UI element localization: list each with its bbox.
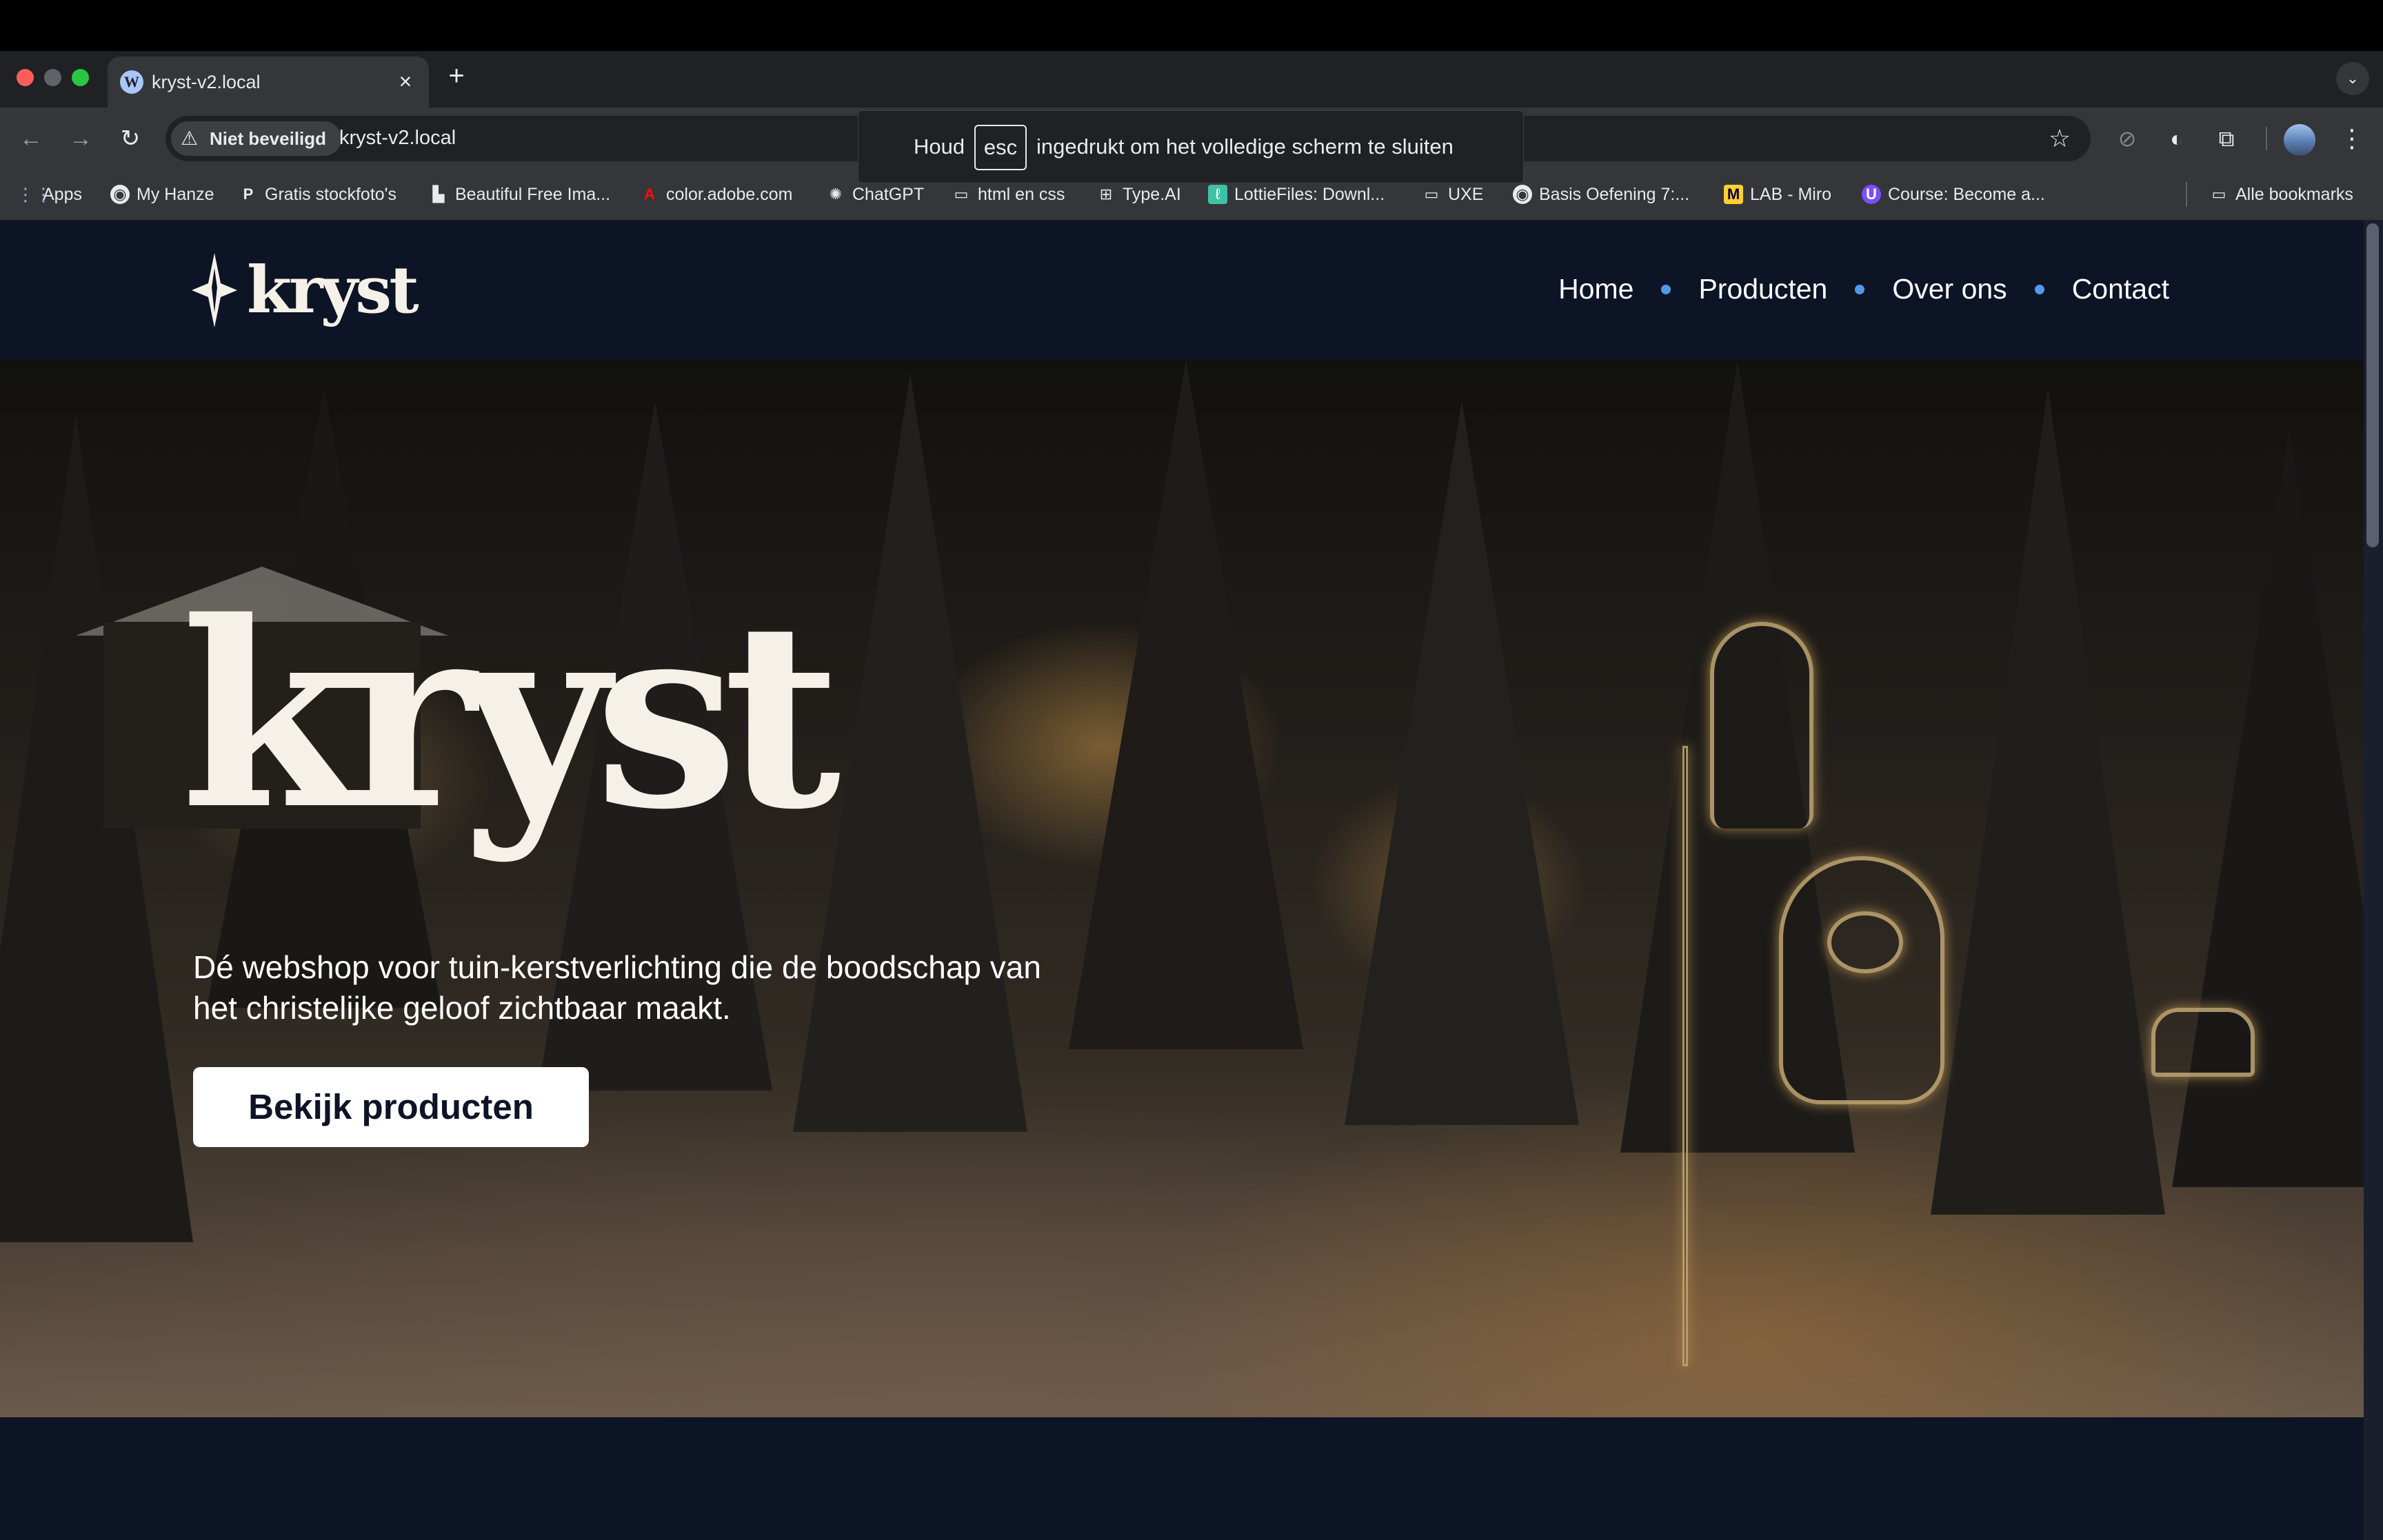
course-icon: U — [1862, 185, 1881, 204]
bookmark-item-type-ai[interactable]: ⊞ Type.AI — [1096, 182, 1181, 207]
bookmark-item-my-hanze[interactable]: ◉ My Hanze — [110, 182, 214, 207]
bookmark-item-chatgpt[interactable]: ✺ ChatGPT — [826, 182, 924, 207]
bookmark-label: Gratis stockfoto's — [265, 184, 396, 204]
chatgpt-icon: ✺ — [829, 185, 843, 203]
globe-icon: ◉ — [1513, 185, 1532, 204]
bookmark-label: My Hanze — [137, 184, 214, 204]
bookmark-label: LottieFiles: Downl... — [1234, 184, 1385, 204]
bookmark-item-adobe-color[interactable]: A color.adobe.com — [640, 182, 792, 207]
bookmark-label: Type.AI — [1123, 184, 1181, 204]
site-header: kryst Home Producten Over ons Contact — [0, 221, 2364, 360]
esc-key-label: esc — [974, 125, 1027, 170]
folder-icon: ▭ — [1424, 185, 1439, 203]
close-window-button[interactable] — [17, 69, 34, 86]
toolbar-divider — [2266, 127, 2267, 150]
hero-subtitle: Dé webshop voor tuin-kerstverlichting di… — [193, 949, 1041, 1026]
more-menu-icon[interactable]: ⋮ — [2335, 121, 2369, 156]
scrollbar-thumb[interactable] — [2366, 223, 2379, 547]
folder-icon: ▭ — [954, 185, 969, 203]
hero-overlay — [0, 360, 2364, 1417]
bookmark-item-uxe[interactable]: ▭ UXE — [1422, 182, 1484, 207]
extension-blocked-icon[interactable]: ⊘ — [2110, 121, 2144, 156]
url-text[interactable]: kryst-v2.local — [339, 127, 456, 150]
lottie-icon: ℓ — [1208, 185, 1227, 204]
nav-separator-dot — [2034, 284, 2044, 294]
nav-separator-dot — [1661, 284, 1671, 294]
bookmark-item-html-en-css[interactable]: ▭ html en css — [952, 182, 1065, 207]
extension-circle-icon[interactable]: ◐ — [2160, 121, 2194, 156]
warning-icon: ⚠ — [181, 128, 199, 149]
web-page: kryst Home Producten Over ons Contact kr… — [0, 221, 2364, 1540]
toast-text-before: Houd — [914, 134, 965, 159]
bookmark-label: UXE — [1448, 184, 1484, 204]
bookmark-label: Apps — [43, 184, 82, 204]
main-navigation: Home Producten Over ons Contact — [1558, 273, 2169, 305]
nav-link-home[interactable]: Home — [1558, 273, 1633, 305]
tab-close-button[interactable]: × — [392, 68, 419, 95]
bookmark-item-all-bookmarks[interactable]: ▭ Alle bookmarks — [2209, 182, 2353, 207]
reload-icon[interactable]: ↻ — [113, 121, 148, 156]
bookmark-label: Course: Become a... — [1888, 184, 2045, 204]
tab-title: kryst-v2.local — [152, 72, 261, 92]
nav-link-over-ons[interactable]: Over ons — [1892, 273, 2007, 305]
bookmark-item-basis-oefening[interactable]: ◉ Basis Oefening 7:... — [1513, 182, 1689, 207]
unsplash-icon: ▙ — [432, 185, 445, 203]
security-indicator[interactable]: ⚠ Niet beveiligd — [171, 121, 342, 156]
bookmark-item-unsplash[interactable]: ▙ Beautiful Free Ima... — [429, 182, 611, 207]
bookmark-label: Alle bookmarks — [2235, 184, 2353, 204]
forward-arrow-icon[interactable]: → — [63, 121, 98, 156]
apps-grid-icon: ⋮⋮ — [17, 184, 52, 205]
nav-link-producten[interactable]: Producten — [1698, 273, 1827, 305]
bookmark-item-lab-miro[interactable]: M LAB - Miro — [1724, 182, 1831, 207]
new-tab-button[interactable]: + — [441, 61, 472, 91]
bookmark-label: LAB - Miro — [1750, 184, 1832, 204]
fullscreen-exit-toast: Houd esc ingedrukt om het volledige sche… — [858, 110, 1524, 183]
screen-top-strip — [0, 0, 2383, 51]
hero-section: kryst Dé webshop voor tuin-kerstverlicht… — [0, 360, 2364, 1417]
bookmark-label: Basis Oefening 7:... — [1539, 184, 1690, 204]
bookmark-item-apps[interactable]: ⋮⋮ Apps — [17, 182, 82, 207]
folder-icon: ▭ — [2211, 185, 2226, 203]
bookmark-label: Beautiful Free Ima... — [455, 184, 611, 204]
globe-icon: ◉ — [110, 185, 130, 204]
bookmarks-divider — [2186, 182, 2187, 207]
hero-title: kryst — [181, 567, 841, 866]
profile-avatar[interactable] — [2284, 124, 2315, 156]
site-logo[interactable]: kryst — [192, 252, 419, 328]
bookmark-label: ChatGPT — [852, 184, 925, 204]
back-arrow-icon[interactable]: ← — [14, 121, 48, 156]
view-products-button[interactable]: Bekijk producten — [193, 1067, 589, 1147]
bookmark-label: html en css — [978, 184, 1065, 204]
logo-wordmark: kryst — [247, 252, 419, 328]
fullscreen-window-button[interactable] — [72, 69, 89, 86]
adobe-icon: A — [644, 185, 655, 203]
minimize-window-button[interactable] — [44, 69, 61, 86]
bookmark-item-course[interactable]: U Course: Become a... — [1862, 182, 2045, 207]
extensions-puzzle-icon[interactable]: ⧉ — [2209, 121, 2244, 156]
bookmark-item-pexels[interactable]: P Gratis stockfoto's — [239, 182, 396, 207]
star-icon — [192, 253, 237, 327]
browser-tab-active[interactable]: W kryst-v2.local × — [108, 57, 429, 108]
bookmark-label: color.adobe.com — [666, 184, 793, 204]
tab-search-button[interactable]: ⌄ — [2336, 62, 2369, 95]
bookmark-item-lottiefiles[interactable]: ℓ LottieFiles: Downl... — [1208, 182, 1385, 207]
security-label: Niet beveiligd — [210, 128, 327, 149]
bookmark-star-icon[interactable]: ☆ — [2042, 121, 2077, 156]
typeai-icon: ⊞ — [1099, 185, 1113, 203]
nav-link-contact[interactable]: Contact — [2072, 273, 2169, 305]
nav-separator-dot — [1855, 284, 1865, 294]
wordpress-icon: W — [120, 70, 143, 94]
miro-icon: M — [1724, 185, 1743, 204]
pexels-icon: P — [243, 185, 254, 203]
toast-text-after: ingedrukt om het volledige scherm te slu… — [1036, 134, 1454, 159]
